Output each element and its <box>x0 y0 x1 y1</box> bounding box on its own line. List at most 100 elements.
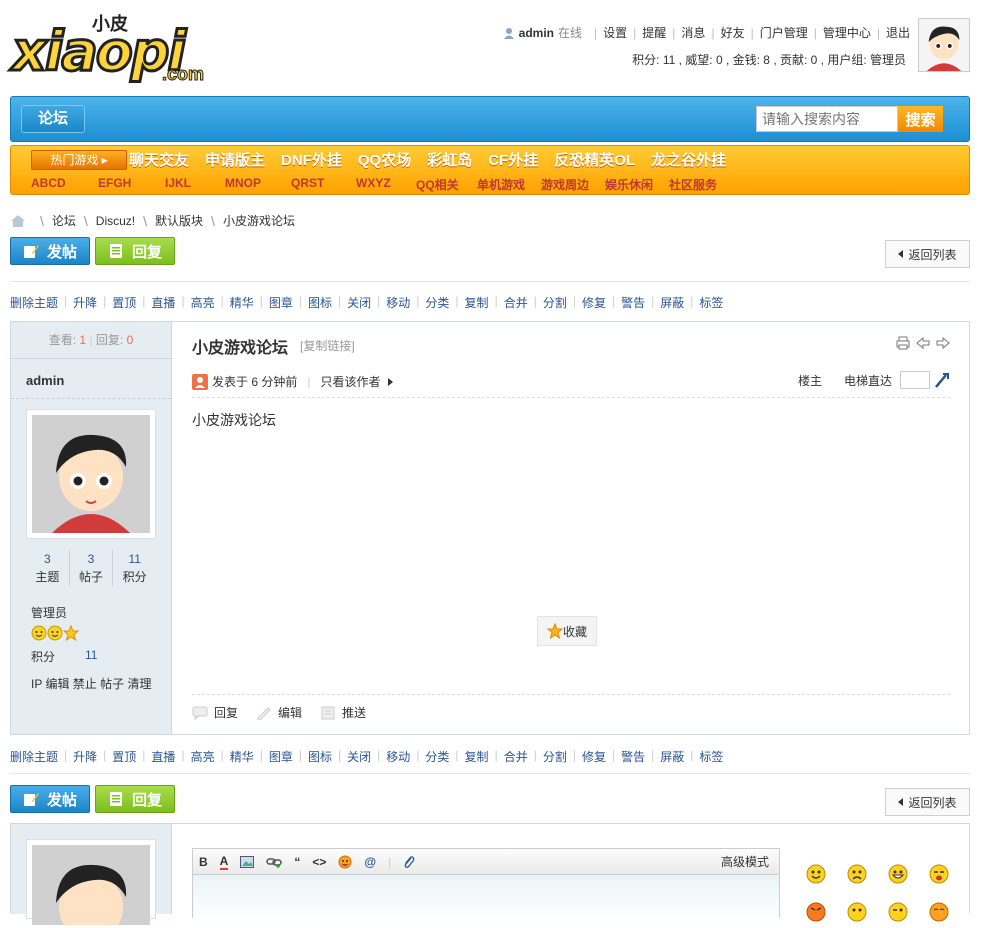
next-thread-icon[interactable] <box>936 336 950 350</box>
author-name[interactable]: admin <box>26 373 64 388</box>
reply-action[interactable]: 回复 <box>192 704 238 721</box>
mod-ban[interactable]: 屏蔽 <box>660 294 684 311</box>
hot-link-rainbow[interactable]: 彩虹岛 <box>427 149 472 170</box>
back-to-list-button[interactable]: 返回列表 <box>885 240 970 268</box>
breadcrumb-default-section[interactable]: 默认版块 <box>155 212 203 229</box>
push-action[interactable]: 推送 <box>320 704 366 721</box>
angry-icon[interactable] <box>806 902 826 922</box>
grin-icon[interactable] <box>888 864 908 884</box>
code-button[interactable]: <> <box>312 855 326 869</box>
hot-link-abcd[interactable]: ABCD <box>31 176 98 193</box>
new-post-button[interactable]: 发帖 <box>10 785 90 813</box>
mod-tag[interactable]: 标签 <box>699 294 723 311</box>
mod-sticky[interactable]: 置顶 <box>112 294 136 311</box>
mod-bump[interactable]: 升降 <box>73 294 97 311</box>
mod-category[interactable]: 分类 <box>425 748 449 765</box>
hot-link-csol[interactable]: 反恐精英OL <box>554 149 635 170</box>
hot-link-single[interactable]: 单机游戏 <box>477 176 541 193</box>
bold-button[interactable]: B <box>199 855 208 869</box>
mod-close[interactable]: 关闭 <box>347 294 371 311</box>
hot-link-chat[interactable]: 聊天交友 <box>129 149 189 170</box>
hot-link-wxyz[interactable]: WXYZ <box>356 176 416 193</box>
hot-link-qq[interactable]: QQ相关 <box>416 176 477 193</box>
wink-icon[interactable] <box>888 902 908 922</box>
font-color-button[interactable]: A <box>219 854 229 870</box>
messages-link[interactable]: 消息 <box>681 24 705 41</box>
hot-link-leisure[interactable]: 娱乐休闲 <box>605 176 669 193</box>
search-input[interactable] <box>756 106 898 132</box>
mod-copy[interactable]: 复制 <box>465 748 489 765</box>
prev-thread-icon[interactable] <box>916 336 930 350</box>
mod-digest[interactable]: 精华 <box>230 748 254 765</box>
author-avatar[interactable] <box>26 409 156 539</box>
reminders-link[interactable]: 提醒 <box>642 24 666 41</box>
favorite-button[interactable]: 收藏 <box>537 616 597 646</box>
hot-link-cf[interactable]: CF外挂 <box>488 149 538 170</box>
mod-merge[interactable]: 合并 <box>504 294 528 311</box>
edit-action[interactable]: 编辑 <box>256 704 302 721</box>
mod-category[interactable]: 分类 <box>425 294 449 311</box>
sad-icon[interactable] <box>847 864 867 884</box>
user-avatar[interactable] <box>918 18 970 72</box>
mod-copy[interactable]: 复制 <box>465 294 489 311</box>
friends-link[interactable]: 好友 <box>721 24 745 41</box>
mod-ban[interactable]: 屏蔽 <box>660 748 684 765</box>
attachment-icon[interactable] <box>403 855 415 869</box>
breadcrumb-discuz[interactable]: Discuz! <box>96 214 135 228</box>
hot-link-peripheral[interactable]: 游戏周边 <box>541 176 605 193</box>
hot-link-moderator[interactable]: 申请版主 <box>205 149 265 170</box>
mod-repair[interactable]: 修复 <box>582 748 606 765</box>
home-icon[interactable] <box>10 214 26 228</box>
advanced-mode-link[interactable]: 高级模式 <box>721 853 769 870</box>
breadcrumb-forum[interactable]: 论坛 <box>52 212 76 229</box>
username-link[interactable]: admin <box>519 26 554 40</box>
mod-digest[interactable]: 精华 <box>230 294 254 311</box>
hot-link-mnop[interactable]: MNOP <box>225 176 291 193</box>
logout-link[interactable]: 退出 <box>886 24 910 41</box>
mod-warn[interactable]: 警告 <box>621 294 645 311</box>
mod-split[interactable]: 分割 <box>543 294 567 311</box>
count-threads[interactable]: 3 主题 <box>26 550 70 586</box>
smile-icon[interactable] <box>806 864 826 884</box>
emoticon-icon[interactable] <box>338 855 352 869</box>
admin-quick-links[interactable]: IP 编辑 禁止 帖子 清理 <box>31 675 151 692</box>
laugh-icon[interactable] <box>929 902 949 922</box>
nav-forum-button[interactable]: 论坛 <box>21 105 85 133</box>
user-group[interactable]: 管理员 <box>31 604 67 621</box>
mod-move[interactable]: 移动 <box>386 748 410 765</box>
hot-link-efgh[interactable]: EFGH <box>98 176 165 193</box>
count-credits[interactable]: 11 积分 <box>113 550 156 586</box>
breadcrumb-current[interactable]: 小皮游戏论坛 <box>223 212 295 229</box>
mod-repair[interactable]: 修复 <box>582 294 606 311</box>
mod-live[interactable]: 直播 <box>151 294 175 311</box>
mod-close[interactable]: 关闭 <box>347 748 371 765</box>
portal-admin-link[interactable]: 门户管理 <box>760 24 808 41</box>
hot-link-dragon[interactable]: 龙之谷外挂 <box>651 149 726 170</box>
settings-link[interactable]: 设置 <box>603 24 627 41</box>
copy-link-button[interactable]: [复制链接] <box>300 337 355 354</box>
hot-link-qqfarm[interactable]: QQ农场 <box>358 149 411 170</box>
mod-tag[interactable]: 标签 <box>699 748 723 765</box>
mod-merge[interactable]: 合并 <box>504 748 528 765</box>
mod-move[interactable]: 移动 <box>386 294 410 311</box>
mod-highlight[interactable]: 高亮 <box>191 294 215 311</box>
floor-jump-input[interactable] <box>900 371 930 389</box>
search-button[interactable]: 搜索 <box>898 106 943 132</box>
reply-textarea[interactable] <box>193 875 779 919</box>
mod-bump[interactable]: 升降 <box>73 748 97 765</box>
mod-sticky[interactable]: 置顶 <box>112 748 136 765</box>
hot-link-qrst[interactable]: QRST <box>291 176 356 193</box>
shock-icon[interactable] <box>847 902 867 922</box>
mod-warn[interactable]: 警告 <box>621 748 645 765</box>
new-post-button[interactable]: 发帖 <box>10 237 90 265</box>
mod-delete[interactable]: 删除主题 <box>10 748 58 765</box>
mod-stamp[interactable]: 图章 <box>269 748 293 765</box>
mod-stamp[interactable]: 图章 <box>269 294 293 311</box>
mod-live[interactable]: 直播 <box>151 748 175 765</box>
reply-button[interactable]: 回复 <box>95 237 175 265</box>
mod-split[interactable]: 分割 <box>543 748 567 765</box>
count-posts[interactable]: 3 帖子 <box>70 550 114 586</box>
mention-button[interactable]: @ <box>364 855 376 869</box>
mod-highlight[interactable]: 高亮 <box>191 748 215 765</box>
only-author-link[interactable]: 只看该作者 <box>320 373 380 390</box>
